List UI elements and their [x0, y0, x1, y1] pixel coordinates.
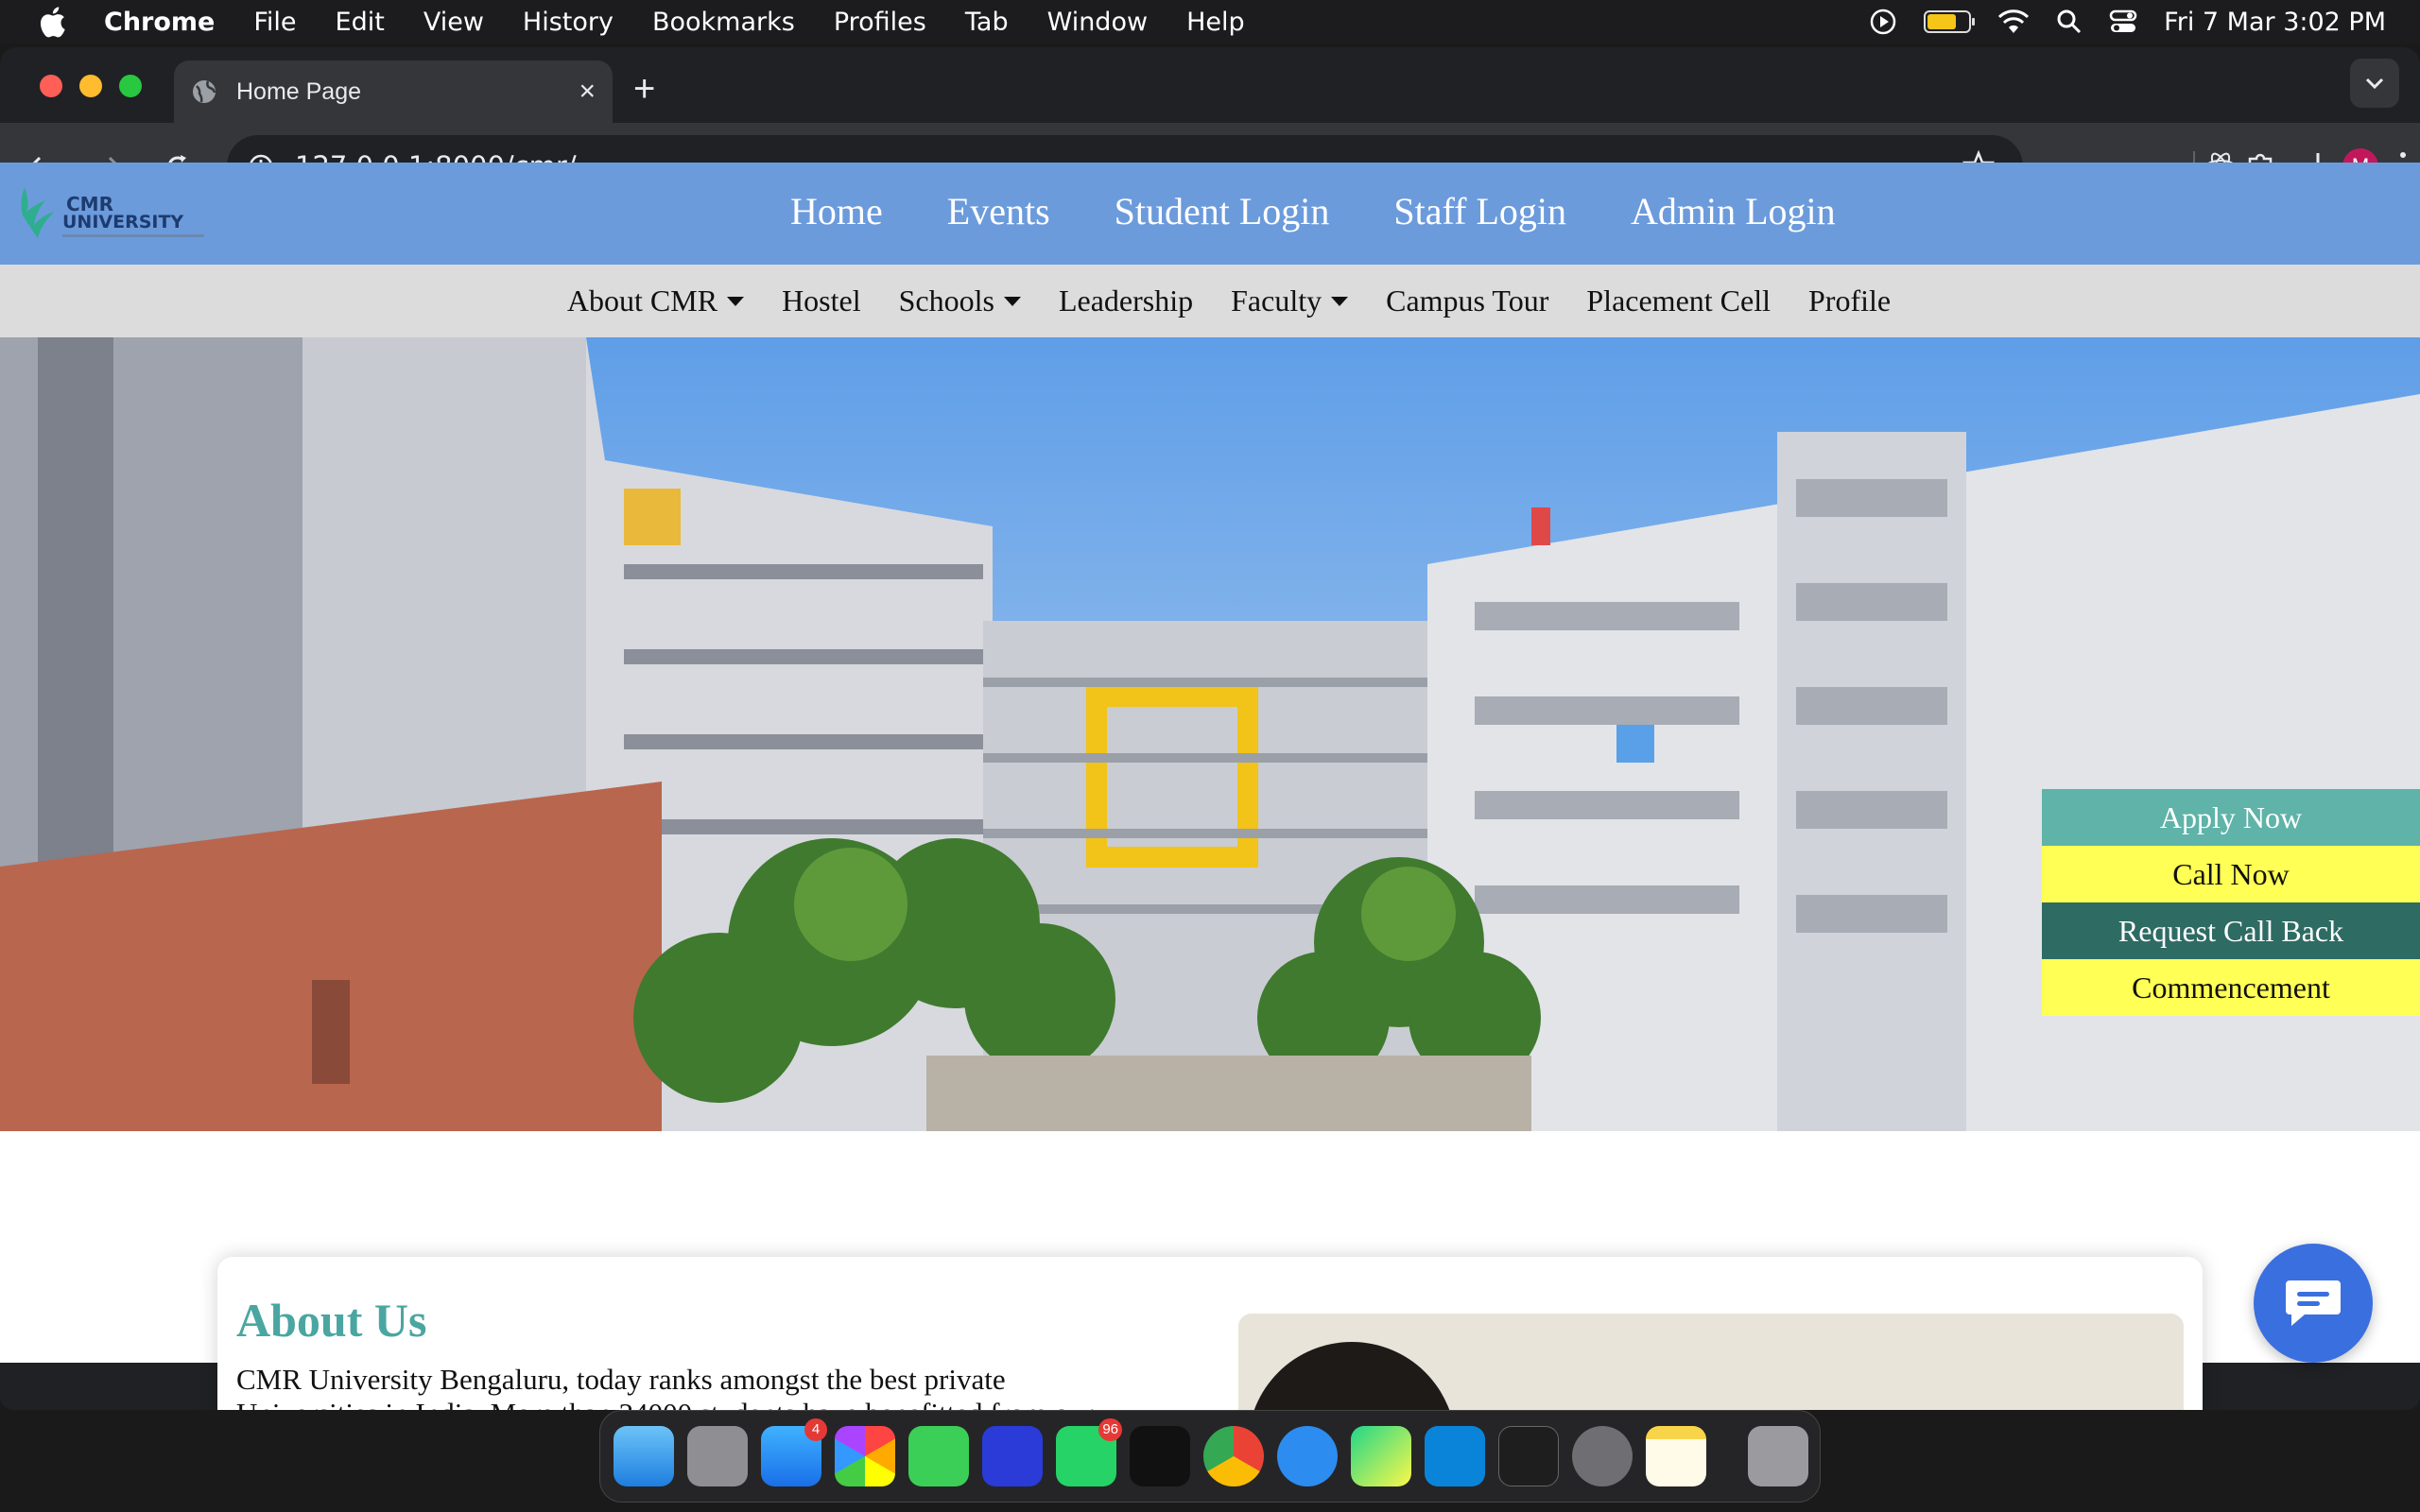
request-call-back-button[interactable]: Request Call Back [2042, 902, 2420, 959]
close-tab-icon[interactable]: × [579, 76, 596, 108]
menu-clock[interactable]: Fri 7 Mar 3:02 PM [2164, 8, 2386, 37]
trash-icon[interactable] [1748, 1426, 1808, 1486]
bird-logo-icon [21, 187, 55, 238]
menu-tab[interactable]: Tab [965, 8, 1009, 37]
facetime-icon[interactable] [908, 1426, 969, 1486]
vscode-icon[interactable] [1425, 1426, 1485, 1486]
system-settings-icon[interactable] [1572, 1426, 1633, 1486]
top-navigation: CMR UNIVERSITY Home Events Student Login… [0, 163, 2420, 265]
tab-title: Home Page [236, 77, 362, 105]
logo-tagline-line [62, 234, 204, 237]
screen-record-icon[interactable] [1869, 8, 1897, 36]
subnav-profile[interactable]: Profile [1808, 284, 1891, 318]
menu-help[interactable]: Help [1186, 8, 1245, 37]
cmr-university-logo[interactable]: CMR UNIVERSITY [17, 181, 216, 248]
subnav-faculty[interactable]: Faculty [1231, 284, 1349, 318]
terminal-icon[interactable] [1498, 1426, 1559, 1486]
maximize-window-button[interactable] [119, 75, 142, 97]
logo-text-university: UNIVERSITY [62, 212, 184, 232]
app-store-badge: 4 [804, 1418, 827, 1441]
menu-history[interactable]: History [523, 8, 614, 37]
subnav-schools-label: Schools [898, 284, 994, 318]
tab-strip: Home Page × + [0, 47, 2420, 123]
control-center-icon[interactable] [2109, 9, 2137, 35]
primary-nav-links: Home Events Student Login Staff Login Ad… [790, 189, 1836, 233]
about-us-heading: About Us [236, 1294, 427, 1347]
caret-down-icon [1331, 296, 1349, 306]
secondary-navigation: About CMR Hostel Schools Leadership Facu… [0, 265, 2420, 337]
globe-icon [193, 80, 216, 103]
subnav-placement-cell[interactable]: Placement Cell [1586, 284, 1771, 318]
spotlight-search-icon[interactable] [2056, 9, 2083, 35]
close-window-button[interactable] [40, 75, 62, 97]
macos-menu-bar: Chrome File Edit View History Bookmarks … [0, 0, 2420, 43]
apple-logo-icon[interactable] [38, 6, 66, 38]
subnav-hostel-label: Hostel [782, 284, 861, 318]
subnav-about-cmr[interactable]: About CMR [566, 284, 745, 318]
safari-icon[interactable] [1277, 1426, 1338, 1486]
battery-icon[interactable] [1924, 10, 1976, 33]
subnav-campus-tour-label: Campus Tour [1386, 284, 1549, 318]
menu-edit[interactable]: Edit [336, 8, 385, 37]
window-controls [40, 75, 142, 97]
call-now-button[interactable]: Call Now [2042, 846, 2420, 902]
whatsapp-icon[interactable]: 96 [1056, 1418, 1122, 1486]
tab-home-page[interactable]: Home Page × [174, 60, 613, 123]
commencement-button[interactable]: Commencement [2042, 959, 2420, 1016]
nav-admin-login[interactable]: Admin Login [1631, 189, 1836, 233]
nav-student-login[interactable]: Student Login [1115, 189, 1330, 233]
cta-panel: Apply Now Call Now Request Call Back Com… [2042, 789, 2420, 1016]
person-photo-illustration [1238, 1314, 2184, 1410]
about-us-photo [1238, 1314, 2184, 1410]
chevron-down-icon [2365, 77, 2384, 90]
minimize-window-button[interactable] [79, 75, 102, 97]
campus-hero-image: Apply Now Call Now Request Call Back Com… [0, 337, 2420, 1131]
menu-profiles[interactable]: Profiles [834, 8, 926, 37]
photos-icon[interactable] [835, 1426, 895, 1486]
subnav-faculty-label: Faculty [1231, 284, 1322, 318]
screens-icon[interactable] [982, 1426, 1043, 1486]
menu-app-name[interactable]: Chrome [104, 8, 215, 37]
about-us-card: About Us CMR University Bengaluru, today… [217, 1257, 2203, 1410]
chat-button[interactable] [2254, 1244, 2373, 1363]
subnav-leadership[interactable]: Leadership [1059, 284, 1193, 318]
subnav-leadership-label: Leadership [1058, 284, 1194, 318]
launchpad-icon[interactable] [687, 1426, 748, 1486]
nav-home[interactable]: Home [790, 189, 883, 233]
finder-icon[interactable] [614, 1426, 674, 1486]
caret-down-icon [727, 296, 745, 306]
menu-file[interactable]: File [253, 8, 296, 37]
app-store-icon[interactable]: 4 [761, 1418, 827, 1486]
notes-icon[interactable] [1646, 1426, 1706, 1486]
new-tab-button[interactable]: + [633, 68, 655, 111]
whatsapp-badge: 96 [1098, 1418, 1122, 1441]
menu-view[interactable]: View [424, 8, 484, 37]
macos-dock: 4 96 [599, 1410, 1821, 1503]
subnav-hostel[interactable]: Hostel [782, 284, 861, 318]
apply-now-button[interactable]: Apply Now [2042, 789, 2420, 846]
menu-bookmarks[interactable]: Bookmarks [652, 8, 795, 37]
nav-events[interactable]: Events [947, 189, 1050, 233]
menu-window[interactable]: Window [1047, 8, 1148, 37]
apple-tv-icon[interactable] [1130, 1426, 1190, 1486]
subnav-schools[interactable]: Schools [899, 284, 1021, 318]
subnav-placement-cell-label: Placement Cell [1586, 284, 1771, 318]
subnav-about-cmr-label: About CMR [566, 284, 718, 318]
caret-down-icon [1003, 296, 1021, 306]
subnav-profile-label: Profile [1807, 284, 1892, 318]
tab-search-button[interactable] [2350, 59, 2399, 108]
wifi-icon[interactable] [1997, 9, 2030, 35]
nav-staff-login[interactable]: Staff Login [1393, 189, 1566, 233]
about-us-text: CMR University Bengaluru, today ranks am… [236, 1363, 1094, 1410]
chrome-icon[interactable] [1203, 1426, 1264, 1486]
pycharm-icon[interactable] [1351, 1426, 1411, 1486]
web-page: CMR UNIVERSITY Home Events Student Login… [0, 163, 2420, 1363]
subnav-campus-tour[interactable]: Campus Tour [1386, 284, 1548, 318]
chat-bubble-icon [2286, 1280, 2341, 1326]
